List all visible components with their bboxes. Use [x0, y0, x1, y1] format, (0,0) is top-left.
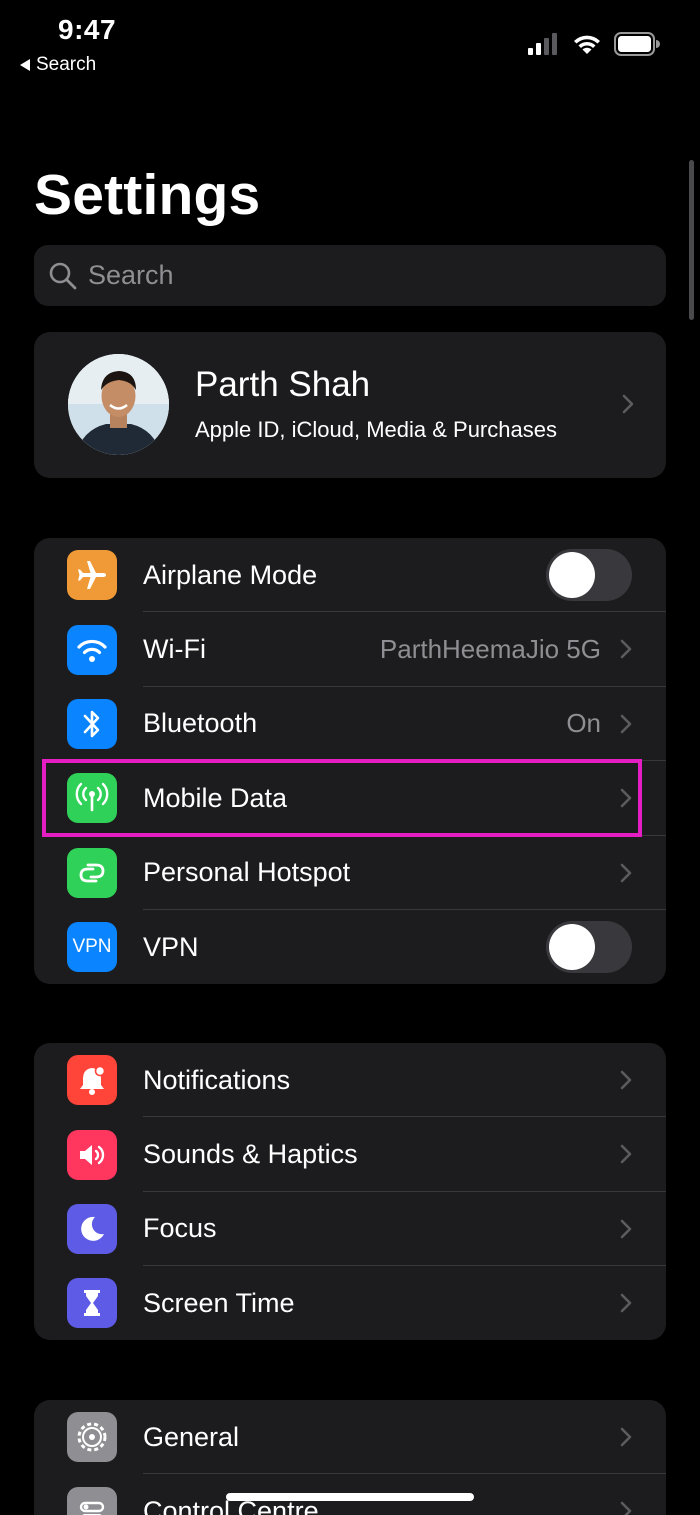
- hourglass-icon: [67, 1278, 117, 1329]
- row-label: Wi-Fi: [143, 634, 206, 665]
- home-indicator[interactable]: [226, 1493, 474, 1501]
- search-icon: [49, 262, 77, 289]
- vpn-toggle[interactable]: [546, 921, 632, 974]
- notifications-group: Notifications Sounds & Haptics Focus Scr…: [34, 1043, 666, 1340]
- wifi-icon: [67, 624, 117, 675]
- page-title: Settings: [34, 163, 261, 227]
- switches-icon: [67, 1486, 117, 1515]
- chevron-right-icon: [620, 1145, 632, 1164]
- chevron-right-icon: [620, 788, 632, 808]
- chevron-right-icon: [620, 1219, 632, 1239]
- row-wifi[interactable]: Wi-Fi ParthHeemaJio 5G: [34, 612, 666, 687]
- hotspot-icon: [67, 847, 117, 898]
- status-icons: [528, 32, 660, 56]
- avatar: [68, 354, 169, 455]
- row-focus[interactable]: Focus: [34, 1192, 666, 1267]
- back-arrow-icon: [20, 59, 30, 71]
- status-time: 9:47: [58, 14, 117, 45]
- row-label: Screen Time: [143, 1287, 295, 1318]
- bell-icon: [67, 1055, 117, 1106]
- speaker-icon: [67, 1129, 117, 1180]
- chevron-right-icon: [620, 1427, 632, 1447]
- chevron-right-icon: [620, 863, 632, 882]
- row-mobile-data[interactable]: Mobile Data: [34, 761, 666, 836]
- chevron-right-icon: [620, 1293, 632, 1313]
- chevron-right-icon: [620, 640, 632, 659]
- row-label: Airplane Mode: [143, 559, 318, 590]
- battery-icon: [614, 32, 660, 56]
- row-label: General: [143, 1421, 240, 1452]
- row-general[interactable]: General: [34, 1400, 666, 1475]
- connectivity-group: Airplane Mode Wi-Fi ParthHeemaJio 5G Blu…: [34, 538, 666, 984]
- back-to-search-link[interactable]: Search: [20, 54, 96, 76]
- back-link-label: Search: [36, 54, 97, 75]
- row-label: Bluetooth: [143, 708, 258, 739]
- search-input[interactable]: [88, 260, 628, 291]
- search-bar[interactable]: [34, 245, 666, 306]
- chevron-right-icon: [620, 1070, 632, 1090]
- row-screen-time[interactable]: Screen Time: [34, 1266, 666, 1340]
- profile-subtitle: Apple ID, iCloud, Media & Purchases: [195, 417, 557, 442]
- row-bluetooth[interactable]: Bluetooth On: [34, 687, 666, 762]
- chevron-right-icon: [620, 714, 632, 734]
- bluetooth-status-value: On: [566, 708, 601, 739]
- scroll-indicator[interactable]: [689, 160, 694, 320]
- airplane-mode-toggle[interactable]: [546, 549, 632, 602]
- apple-id-profile-card[interactable]: Parth Shah Apple ID, iCloud, Media & Pur…: [34, 332, 666, 478]
- row-label: Sounds & Haptics: [143, 1139, 358, 1170]
- profile-name: Parth Shah: [195, 365, 371, 404]
- wifi-network-value: ParthHeemaJio 5G: [379, 634, 601, 665]
- chevron-right-icon: [620, 1502, 632, 1515]
- row-label: VPN: [143, 931, 199, 962]
- gear-icon: [67, 1412, 117, 1463]
- row-label: Personal Hotspot: [143, 857, 351, 888]
- cellular-signal-icon: [528, 33, 557, 55]
- bluetooth-icon: [67, 698, 117, 749]
- row-label: Mobile Data: [143, 782, 288, 813]
- airplane-icon: [67, 550, 117, 601]
- row-label: Notifications: [143, 1064, 291, 1095]
- row-label: Focus: [143, 1213, 217, 1244]
- row-airplane-mode[interactable]: Airplane Mode: [34, 538, 666, 613]
- antenna-icon: [67, 773, 117, 824]
- status-bar: 9:47 Search: [0, 0, 700, 90]
- wifi-status-icon: [574, 35, 600, 54]
- row-vpn[interactable]: VPN VPN: [34, 910, 666, 984]
- row-sounds-haptics[interactable]: Sounds & Haptics: [34, 1117, 666, 1192]
- chevron-right-icon: [622, 394, 634, 414]
- row-personal-hotspot[interactable]: Personal Hotspot: [34, 836, 666, 910]
- row-notifications[interactable]: Notifications: [34, 1043, 666, 1118]
- moon-icon: [67, 1203, 117, 1254]
- vpn-icon: VPN: [67, 922, 117, 973]
